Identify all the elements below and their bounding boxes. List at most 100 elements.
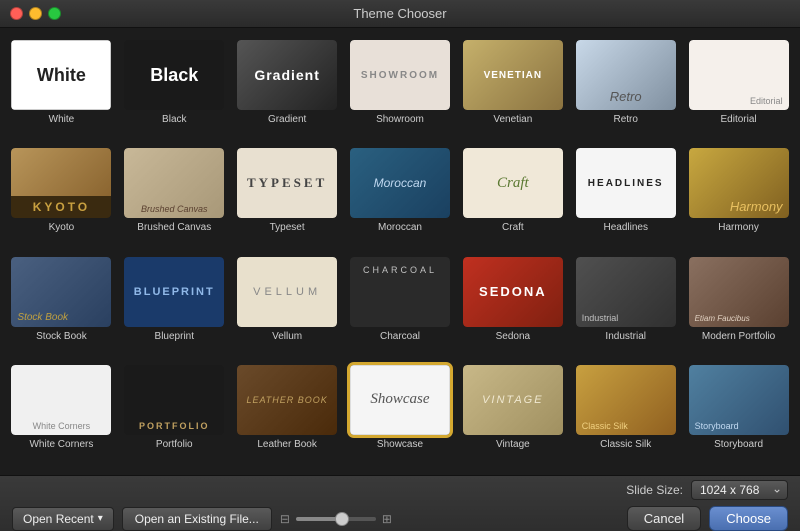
theme-thumb-venetian: VENETIAN: [463, 40, 563, 110]
theme-item-moroccan[interactable]: Moroccan Moroccan: [347, 146, 454, 248]
theme-label-venetian: Venetian: [493, 114, 532, 125]
theme-label-craft: Craft: [502, 222, 524, 233]
theme-thumb-showroom: SHOWROOM: [350, 40, 450, 110]
title-bar: Theme Chooser: [0, 0, 800, 28]
slide-size-select[interactable]: 1024 x 768 1920 x 1080 800 x 600 Custom.…: [691, 480, 788, 500]
theme-item-harmony[interactable]: HarmonyHarmony: [685, 146, 792, 248]
open-existing-label: Open an Existing File...: [135, 512, 259, 526]
theme-label-headlines: Headlines: [603, 222, 647, 233]
theme-item-charcoal[interactable]: CHARCOAL Charcoal: [347, 255, 454, 357]
open-recent-button[interactable]: Open Recent ▾: [12, 507, 114, 531]
theme-thumb-moroccan: Moroccan: [350, 148, 450, 218]
theme-label-stock-book: Stock Book: [36, 331, 87, 342]
slide-size-wrapper[interactable]: 1024 x 768 1920 x 1080 800 x 600 Custom.…: [691, 480, 788, 500]
theme-item-storyboard[interactable]: Storyboard Storyboard: [685, 363, 792, 465]
open-recent-label: Open Recent: [23, 512, 94, 526]
maximize-button[interactable]: [48, 7, 61, 20]
theme-label-classic-silk: Classic Silk: [600, 439, 651, 450]
slide-size-label: Slide Size:: [626, 483, 683, 497]
theme-label-leather-book: Leather Book: [257, 439, 317, 450]
theme-thumb-black: Black: [124, 40, 224, 110]
theme-item-editorial[interactable]: Editorial Editorial: [685, 38, 792, 140]
close-button[interactable]: [10, 7, 23, 20]
minimize-button[interactable]: [29, 7, 42, 20]
theme-label-sedona: Sedona: [496, 331, 530, 342]
theme-item-blueprint[interactable]: BLUEPRINT Blueprint: [121, 255, 228, 357]
theme-item-vintage[interactable]: VINTAGE Vintage: [459, 363, 566, 465]
choose-button[interactable]: Choose: [709, 506, 788, 531]
window-title: Theme Chooser: [353, 6, 446, 21]
zoom-slider[interactable]: [296, 517, 376, 521]
theme-item-typeset[interactable]: TYPESET Typeset: [234, 146, 341, 248]
theme-item-retro[interactable]: RetroRetro: [572, 38, 679, 140]
theme-thumb-vellum: VELLUM: [237, 257, 337, 327]
open-existing-button[interactable]: Open an Existing File...: [122, 507, 272, 531]
theme-label-moroccan: Moroccan: [378, 222, 422, 233]
zoom-in-icon: ⊞: [382, 512, 392, 526]
theme-item-white[interactable]: WhiteWhite: [8, 38, 115, 140]
theme-item-vellum[interactable]: VELLUM Vellum: [234, 255, 341, 357]
choose-label: Choose: [726, 511, 771, 526]
theme-label-vellum: Vellum: [272, 331, 302, 342]
theme-item-portfolio[interactable]: PORTFOLIOPortfolio: [121, 363, 228, 465]
theme-thumb-editorial: Editorial: [689, 40, 789, 110]
theme-thumb-brushed-canvas: Brushed Canvas: [124, 148, 224, 218]
theme-label-kyoto: Kyoto: [49, 222, 75, 233]
zoom-out-icon: ⊟: [280, 512, 290, 526]
theme-label-gradient: Gradient: [268, 114, 306, 125]
theme-item-kyoto[interactable]: KYOTOKyoto: [8, 146, 115, 248]
theme-thumb-sedona: SEDONA: [463, 257, 563, 327]
theme-item-headlines[interactable]: HEADLINES Headlines: [572, 146, 679, 248]
chevron-down-icon: ▾: [98, 513, 103, 524]
themes-grid: WhiteWhiteBlackBlackGradientGradientSHOW…: [0, 28, 800, 475]
theme-label-showroom: Showroom: [376, 114, 424, 125]
theme-label-blueprint: Blueprint: [155, 331, 194, 342]
theme-label-editorial: Editorial: [720, 114, 756, 125]
theme-thumb-storyboard: Storyboard: [689, 365, 789, 435]
theme-thumb-classic-silk: Classic Silk: [576, 365, 676, 435]
theme-item-industrial[interactable]: IndustrialIndustrial: [572, 255, 679, 357]
theme-thumb-craft: Craft: [463, 148, 563, 218]
theme-thumb-harmony: Harmony: [689, 148, 789, 218]
theme-item-gradient[interactable]: Gradient Gradient: [234, 38, 341, 140]
theme-thumb-white-corners: White Corners: [11, 365, 111, 435]
theme-label-vintage: Vintage: [496, 439, 530, 450]
theme-thumb-white: White: [11, 40, 111, 110]
theme-item-brushed-canvas[interactable]: Brushed Canvas Brushed Canvas: [121, 146, 228, 248]
theme-thumb-stock-book: Stock Book: [11, 257, 111, 327]
theme-label-typeset: Typeset: [270, 222, 305, 233]
theme-item-showcase[interactable]: ShowcaseShowcase: [347, 363, 454, 465]
theme-thumb-modern-portfolio: Etiam Faucibus: [689, 257, 789, 327]
right-actions: Cancel Choose: [627, 506, 788, 531]
theme-label-industrial: Industrial: [605, 331, 646, 342]
zoom-controls: ⊟ ⊞: [280, 512, 392, 526]
theme-item-classic-silk[interactable]: Classic Silk Classic Silk: [572, 363, 679, 465]
theme-thumb-vintage: VINTAGE: [463, 365, 563, 435]
theme-thumb-retro: Retro: [576, 40, 676, 110]
theme-label-charcoal: Charcoal: [380, 331, 420, 342]
cancel-button[interactable]: Cancel: [627, 506, 701, 531]
theme-thumb-blueprint: BLUEPRINT: [124, 257, 224, 327]
theme-label-storyboard: Storyboard: [714, 439, 763, 450]
theme-item-sedona[interactable]: SEDONA Sedona: [459, 255, 566, 357]
window-controls[interactable]: [10, 7, 61, 20]
theme-item-stock-book[interactable]: Stock Book Stock Book: [8, 255, 115, 357]
theme-thumb-showcase: Showcase: [350, 365, 450, 435]
theme-label-black: Black: [162, 114, 186, 125]
theme-thumb-headlines: HEADLINES: [576, 148, 676, 218]
theme-thumb-leather-book: LEATHER BOOK: [237, 365, 337, 435]
theme-item-modern-portfolio[interactable]: Etiam FaucibusModern Portfolio: [685, 255, 792, 357]
theme-label-brushed-canvas: Brushed Canvas: [137, 222, 211, 233]
theme-thumb-charcoal: CHARCOAL: [350, 257, 450, 327]
theme-item-black[interactable]: Black Black: [121, 38, 228, 140]
theme-item-venetian[interactable]: VENETIAN Venetian: [459, 38, 566, 140]
theme-label-white-corners: White Corners: [29, 439, 93, 450]
theme-thumb-typeset: TYPESET: [237, 148, 337, 218]
theme-thumb-gradient: Gradient: [237, 40, 337, 110]
theme-item-craft[interactable]: Craft Craft: [459, 146, 566, 248]
theme-item-white-corners[interactable]: White Corners White Corners: [8, 363, 115, 465]
slide-size-row: Slide Size: 1024 x 768 1920 x 1080 800 x…: [12, 480, 788, 506]
theme-thumb-portfolio: PORTFOLIO: [124, 365, 224, 435]
theme-item-leather-book[interactable]: LEATHER BOOK Leather Book: [234, 363, 341, 465]
theme-item-showroom[interactable]: SHOWROOM Showroom: [347, 38, 454, 140]
